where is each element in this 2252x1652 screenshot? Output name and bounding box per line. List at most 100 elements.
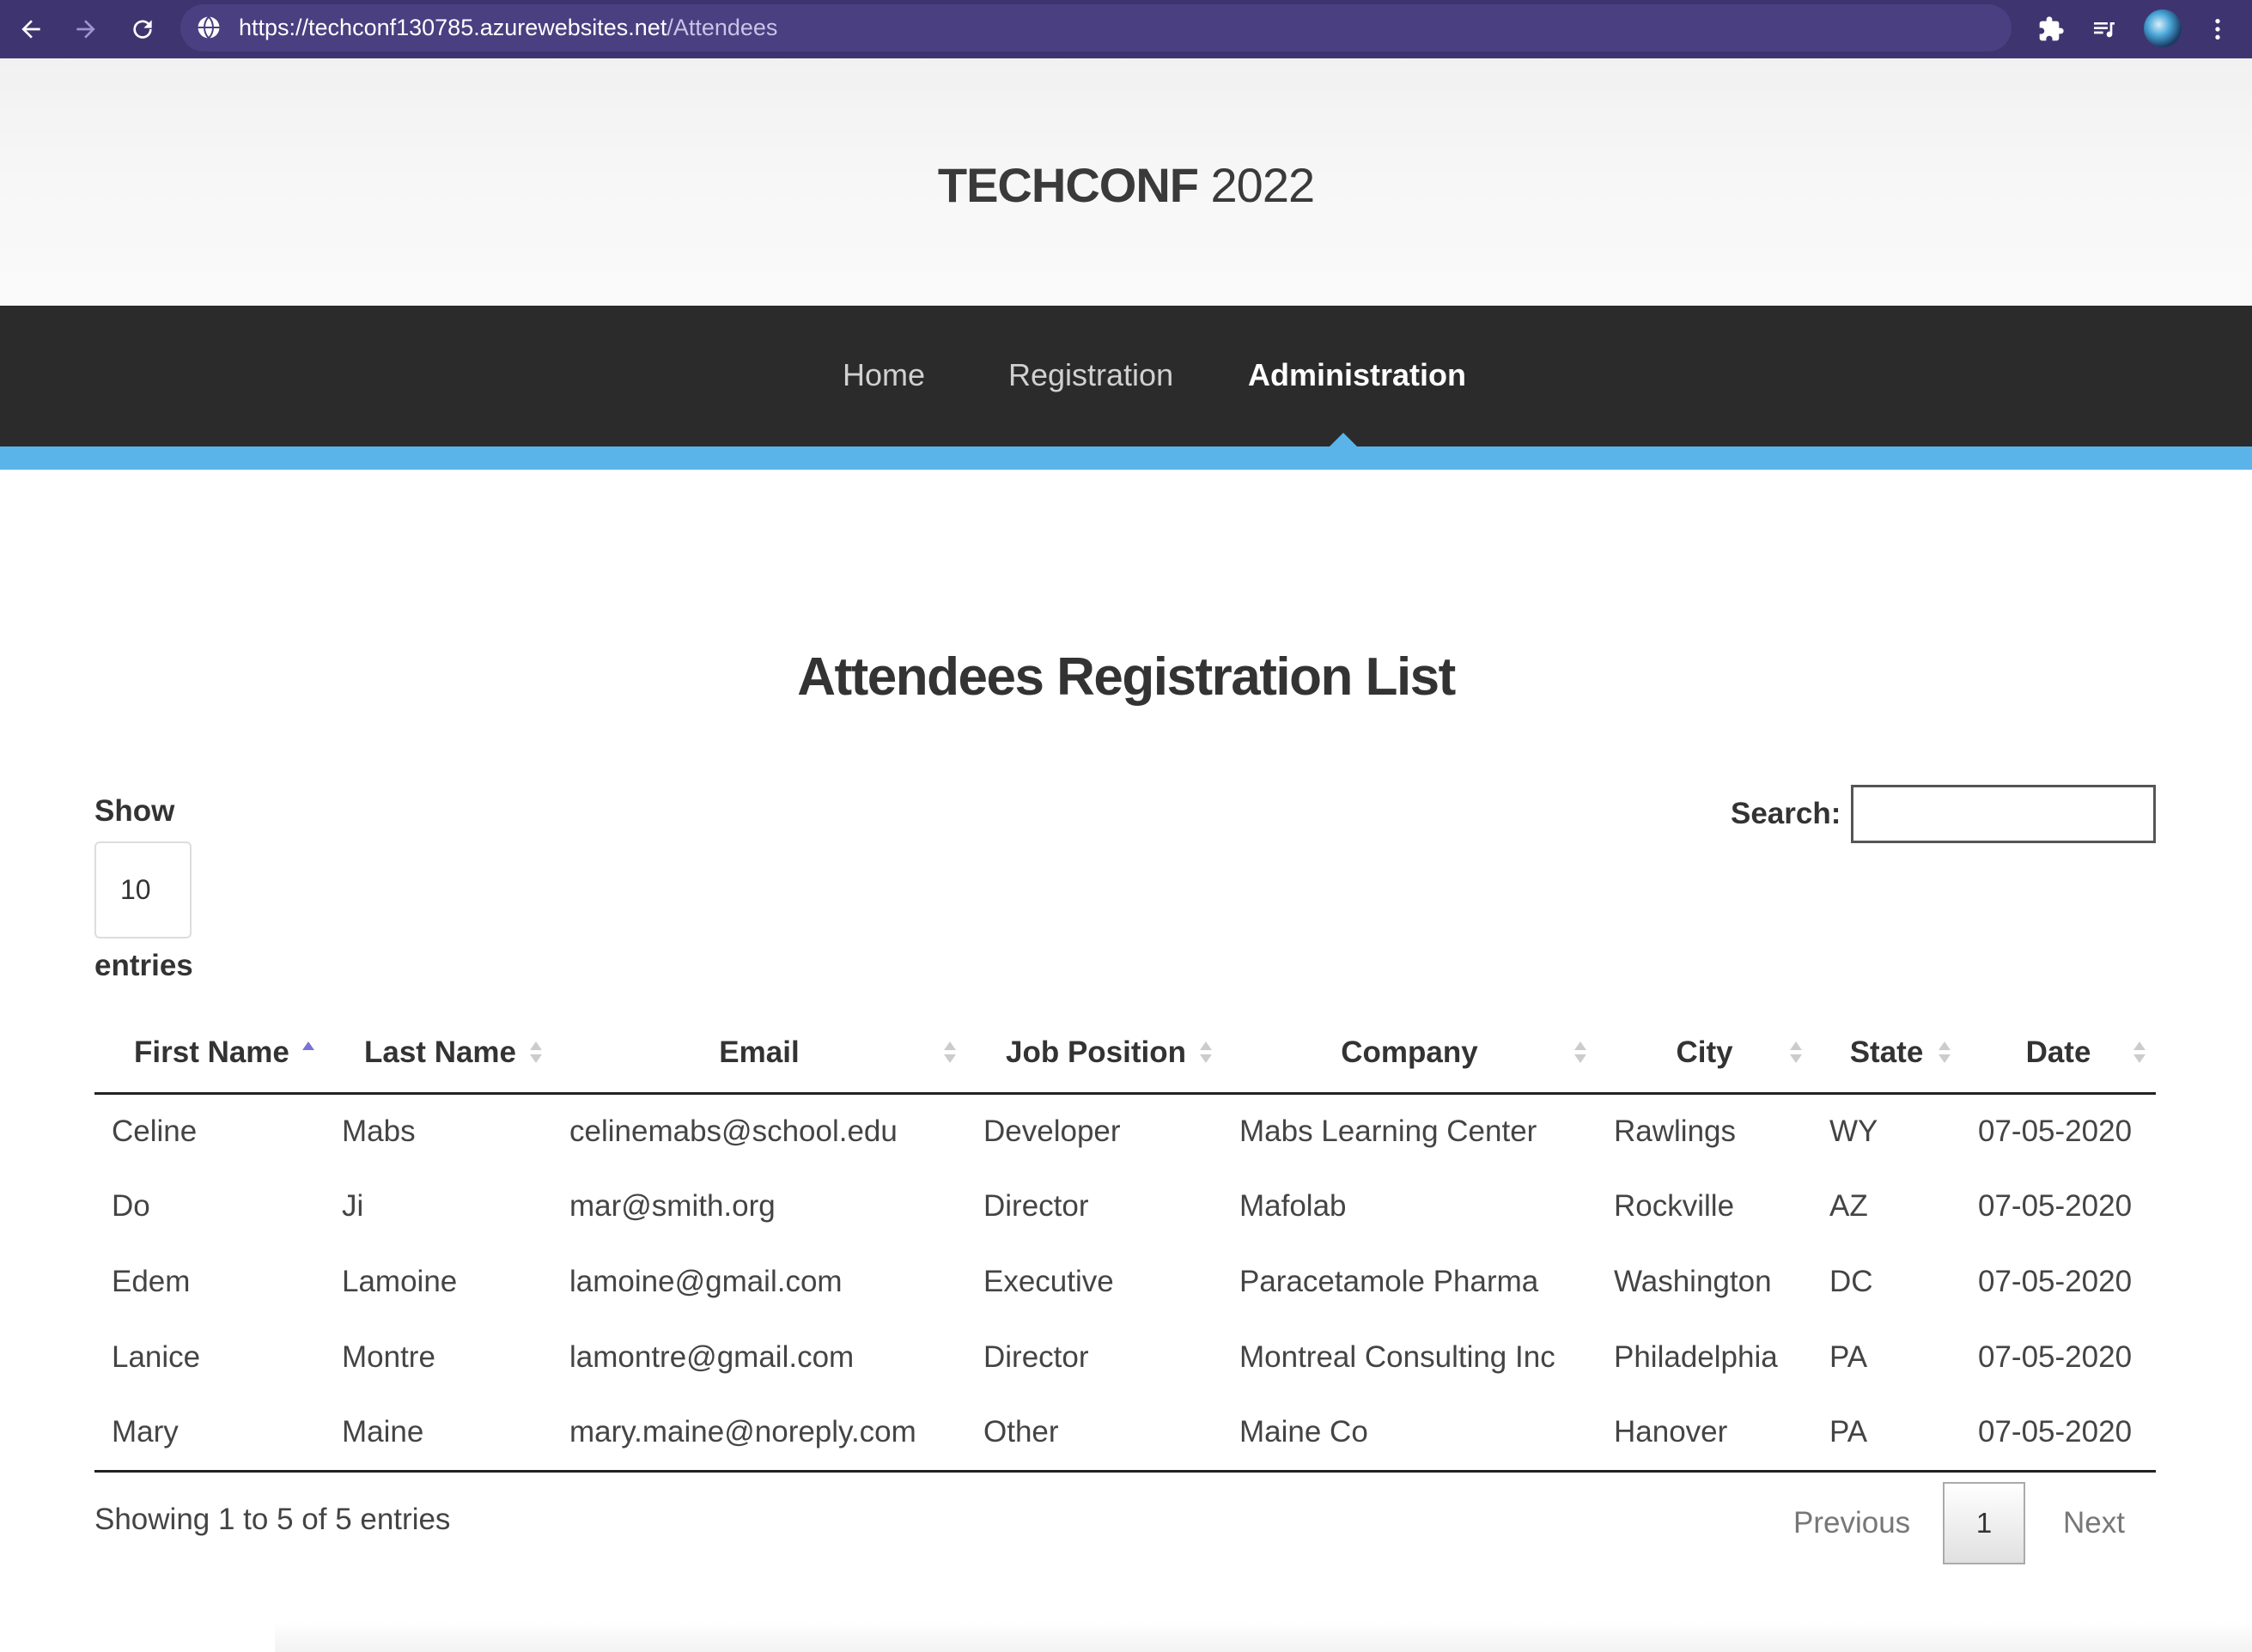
attendees-table: First Name Last Name Email Job Position …	[94, 1013, 2156, 1473]
cell-job-position: Other	[966, 1395, 1222, 1473]
playlist-music-icon	[2094, 22, 2115, 38]
column-header-label: Company	[1341, 1035, 1478, 1069]
cell-email: lamoine@gmail.com	[569, 1265, 843, 1298]
entries-length-value: 10	[120, 874, 151, 905]
url-base: https://techconf130785.azurewebsites.net	[239, 15, 667, 40]
table-info: Showing 1 to 5 of 5 entries	[94, 1503, 451, 1536]
show-label: Show	[94, 794, 175, 828]
cell-company: Paracetamole Pharma	[1239, 1265, 1539, 1298]
cell-state: WY	[1829, 1114, 1878, 1148]
cell-first-name: Do	[112, 1189, 150, 1223]
column-header-state[interactable]: State	[1812, 1013, 1961, 1095]
cell-date: 07-05-2020	[1978, 1340, 2133, 1374]
puzzle-icon	[2039, 16, 2064, 41]
cell-job-position: Director	[983, 1189, 1089, 1223]
cell-last-name: Mabs	[342, 1114, 416, 1148]
cell-company: Mabs Learning Center	[1239, 1114, 1537, 1148]
cell-city: Washington	[1614, 1265, 1772, 1298]
cell-job-position: Director	[983, 1340, 1089, 1374]
table-row: Edem Lamoine lamoine@gmail.com Executive…	[94, 1244, 2156, 1320]
back-button[interactable]	[10, 9, 52, 50]
column-header-label: Job Position	[1006, 1035, 1186, 1069]
previous-page-button[interactable]: Previous	[1793, 1482, 1910, 1564]
site-brand[interactable]: TECHCONF 2022	[0, 157, 2252, 213]
nav-administration[interactable]: Administration	[1248, 357, 1466, 393]
table-row: Do Ji mar@smith.org Director Mafolab Roc…	[94, 1169, 2156, 1244]
cell-email: mar@smith.org	[569, 1189, 776, 1223]
profile-avatar[interactable]	[2144, 9, 2182, 47]
column-header-label: First Name	[134, 1035, 289, 1069]
column-header-date[interactable]: Date	[1961, 1013, 2156, 1095]
column-header-label: State	[1849, 1035, 1924, 1069]
address-bar[interactable]: https://techconf130785.azurewebsites.net…	[180, 4, 2012, 52]
column-header-city[interactable]: City	[1597, 1013, 1812, 1095]
site-header: TECHCONF 2022	[0, 58, 2252, 306]
url-text: https://techconf130785.azurewebsites.net…	[239, 4, 777, 52]
table-header-row: First Name Last Name Email Job Position …	[94, 1013, 2156, 1095]
browser-menu-button[interactable]	[2199, 10, 2237, 48]
nav-registration[interactable]: Registration	[1008, 357, 1173, 393]
sort-icon	[1790, 1042, 1802, 1066]
active-nav-indicator	[1330, 433, 1357, 446]
cell-date: 07-05-2020	[1978, 1114, 2133, 1148]
next-page-button[interactable]: Next	[2063, 1482, 2125, 1564]
column-header-label: Email	[719, 1035, 800, 1069]
url-path: /Attendees	[666, 15, 778, 40]
accent-strip	[0, 446, 2252, 470]
back-arrow-icon	[21, 20, 40, 39]
cell-first-name: Lanice	[112, 1340, 201, 1374]
column-header-first-name[interactable]: First Name	[94, 1013, 325, 1095]
column-header-last-name[interactable]: Last Name	[325, 1013, 552, 1095]
table-row: Lanice Montre lamontre@gmail.com Directo…	[94, 1320, 2156, 1395]
sort-icon	[1200, 1042, 1212, 1066]
entries-length-select[interactable]: 10	[94, 841, 192, 938]
column-header-label: Date	[2025, 1035, 2091, 1069]
reload-button[interactable]	[122, 9, 163, 50]
cell-last-name: Lamoine	[342, 1265, 458, 1298]
cell-email: lamontre@gmail.com	[569, 1340, 855, 1374]
globe-icon	[198, 15, 220, 39]
column-header-job-position[interactable]: Job Position	[966, 1013, 1222, 1095]
brand-name: TECHCONF	[937, 158, 1199, 212]
cell-company: Mafolab	[1239, 1189, 1347, 1223]
entries-label: entries	[94, 949, 193, 982]
sort-ascending-icon	[302, 1042, 314, 1066]
media-control-button[interactable]	[2085, 10, 2123, 48]
cell-first-name: Mary	[94, 1395, 325, 1473]
cell-last-name: Maine	[325, 1395, 552, 1473]
search-input[interactable]	[1851, 785, 2156, 843]
sort-icon	[1574, 1042, 1586, 1066]
extensions-button[interactable]	[2032, 10, 2070, 48]
search-label: Search:	[1731, 797, 1841, 830]
sort-icon	[1939, 1042, 1951, 1066]
cell-first-name: Edem	[112, 1265, 191, 1298]
sort-icon	[530, 1042, 542, 1066]
cell-last-name: Montre	[342, 1340, 435, 1374]
table-row: Mary Maine mary.maine@noreply.com Other …	[94, 1395, 2156, 1473]
column-header-email[interactable]: Email	[552, 1013, 966, 1095]
cell-company: Maine Co	[1222, 1395, 1597, 1473]
sort-icon	[944, 1042, 956, 1066]
cell-city: Hanover	[1597, 1395, 1812, 1473]
cell-state: AZ	[1829, 1189, 1868, 1223]
forward-button[interactable]	[65, 9, 107, 50]
cell-city: Rockville	[1614, 1189, 1735, 1223]
cell-date: 07-05-2020	[1978, 1189, 2133, 1223]
column-header-company[interactable]: Company	[1222, 1013, 1597, 1095]
page-title: Attendees Registration List	[797, 647, 1456, 707]
cell-state: DC	[1829, 1265, 1873, 1298]
cell-city: Rawlings	[1614, 1114, 1736, 1148]
cell-city: Philadelphia	[1614, 1340, 1778, 1374]
page-1-button[interactable]: 1	[1943, 1482, 2025, 1564]
cell-date: 07-05-2020	[1961, 1395, 2156, 1473]
cell-state: PA	[1812, 1395, 1961, 1473]
column-header-label: City	[1676, 1035, 1733, 1069]
reload-icon	[133, 20, 152, 39]
main-navigation: Home Registration Administration	[0, 306, 2252, 446]
nav-home[interactable]: Home	[843, 357, 925, 393]
forward-arrow-icon	[76, 20, 95, 39]
cell-job-position: Executive	[983, 1265, 1114, 1298]
cell-state: PA	[1829, 1340, 1868, 1374]
cell-first-name: Celine	[112, 1114, 198, 1148]
table-row: Celine Mabs celinemabs@school.edu Develo…	[94, 1093, 2156, 1169]
